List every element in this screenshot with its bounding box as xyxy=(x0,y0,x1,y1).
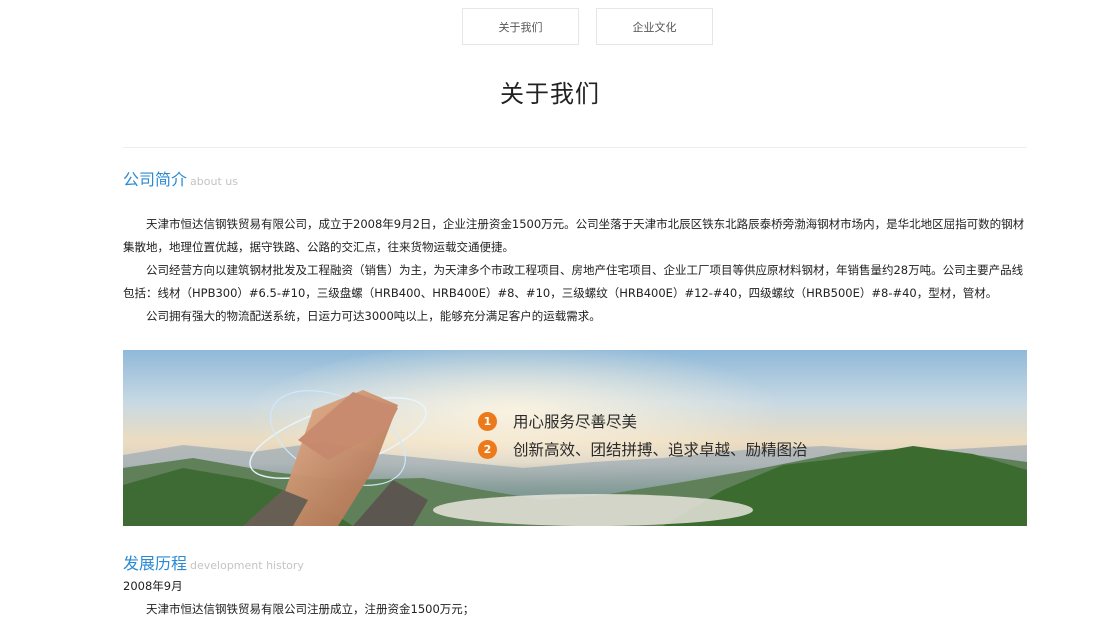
about-section-subtitle: about us xyxy=(190,175,238,188)
number-badge: 2 xyxy=(478,439,497,459)
tab-label: 企业文化 xyxy=(632,20,677,34)
banner-values-list: 1 用心服务尽善尽美 2 创新高效、团结拼搏、追求卓越、励精图治 xyxy=(478,407,808,463)
history-section-title: 发展历程 xyxy=(123,554,188,573)
tab-corporate-culture[interactable]: 企业文化 xyxy=(596,8,713,45)
history-section-subtitle: development history xyxy=(190,559,304,572)
page-title: 关于我们 xyxy=(500,80,600,108)
history-entry: 天津市恒达信钢铁贸易有限公司注册成立，注册资金1500万元； xyxy=(146,602,475,616)
tab-label: 关于我们 xyxy=(498,20,543,34)
banner-value-text: 用心服务尽善尽美 xyxy=(513,413,638,431)
divider xyxy=(123,147,1027,148)
banner-value-text: 创新高效、团结拼搏、追求卓越、励精图治 xyxy=(513,441,808,459)
about-section-title: 公司简介 xyxy=(123,170,188,189)
tab-bar: 关于我们 企业文化 xyxy=(462,8,713,45)
banner-value-item: 2 创新高效、团结拼搏、追求卓越、励精图治 xyxy=(478,435,808,463)
company-intro: 天津市恒达信钢铁贸易有限公司，成立于2008年9月2日，企业注册资金1500万元… xyxy=(123,213,1027,328)
about-section-heading: 公司简介 about us xyxy=(123,166,238,190)
banner-value-item: 1 用心服务尽善尽美 xyxy=(478,407,808,435)
intro-paragraph: 公司经营方向以建筑钢材批发及工程融资（销售）为主，为天津多个市政工程项目、房地产… xyxy=(123,263,1024,300)
history-section-heading: 发展历程 development history xyxy=(123,550,304,574)
intro-paragraph: 公司拥有强大的物流配送系统，日运力可达3000吨以上，能够充分满足客户的运载需求… xyxy=(146,309,601,323)
history-date: 2008年9月 xyxy=(123,579,183,593)
tab-about-us[interactable]: 关于我们 xyxy=(462,8,579,45)
intro-paragraph: 天津市恒达信钢铁贸易有限公司，成立于2008年9月2日，企业注册资金1500万元… xyxy=(123,217,1025,254)
number-badge: 1 xyxy=(478,411,497,431)
values-banner: 1 用心服务尽善尽美 2 创新高效、团结拼搏、追求卓越、励精图治 xyxy=(123,350,1027,526)
